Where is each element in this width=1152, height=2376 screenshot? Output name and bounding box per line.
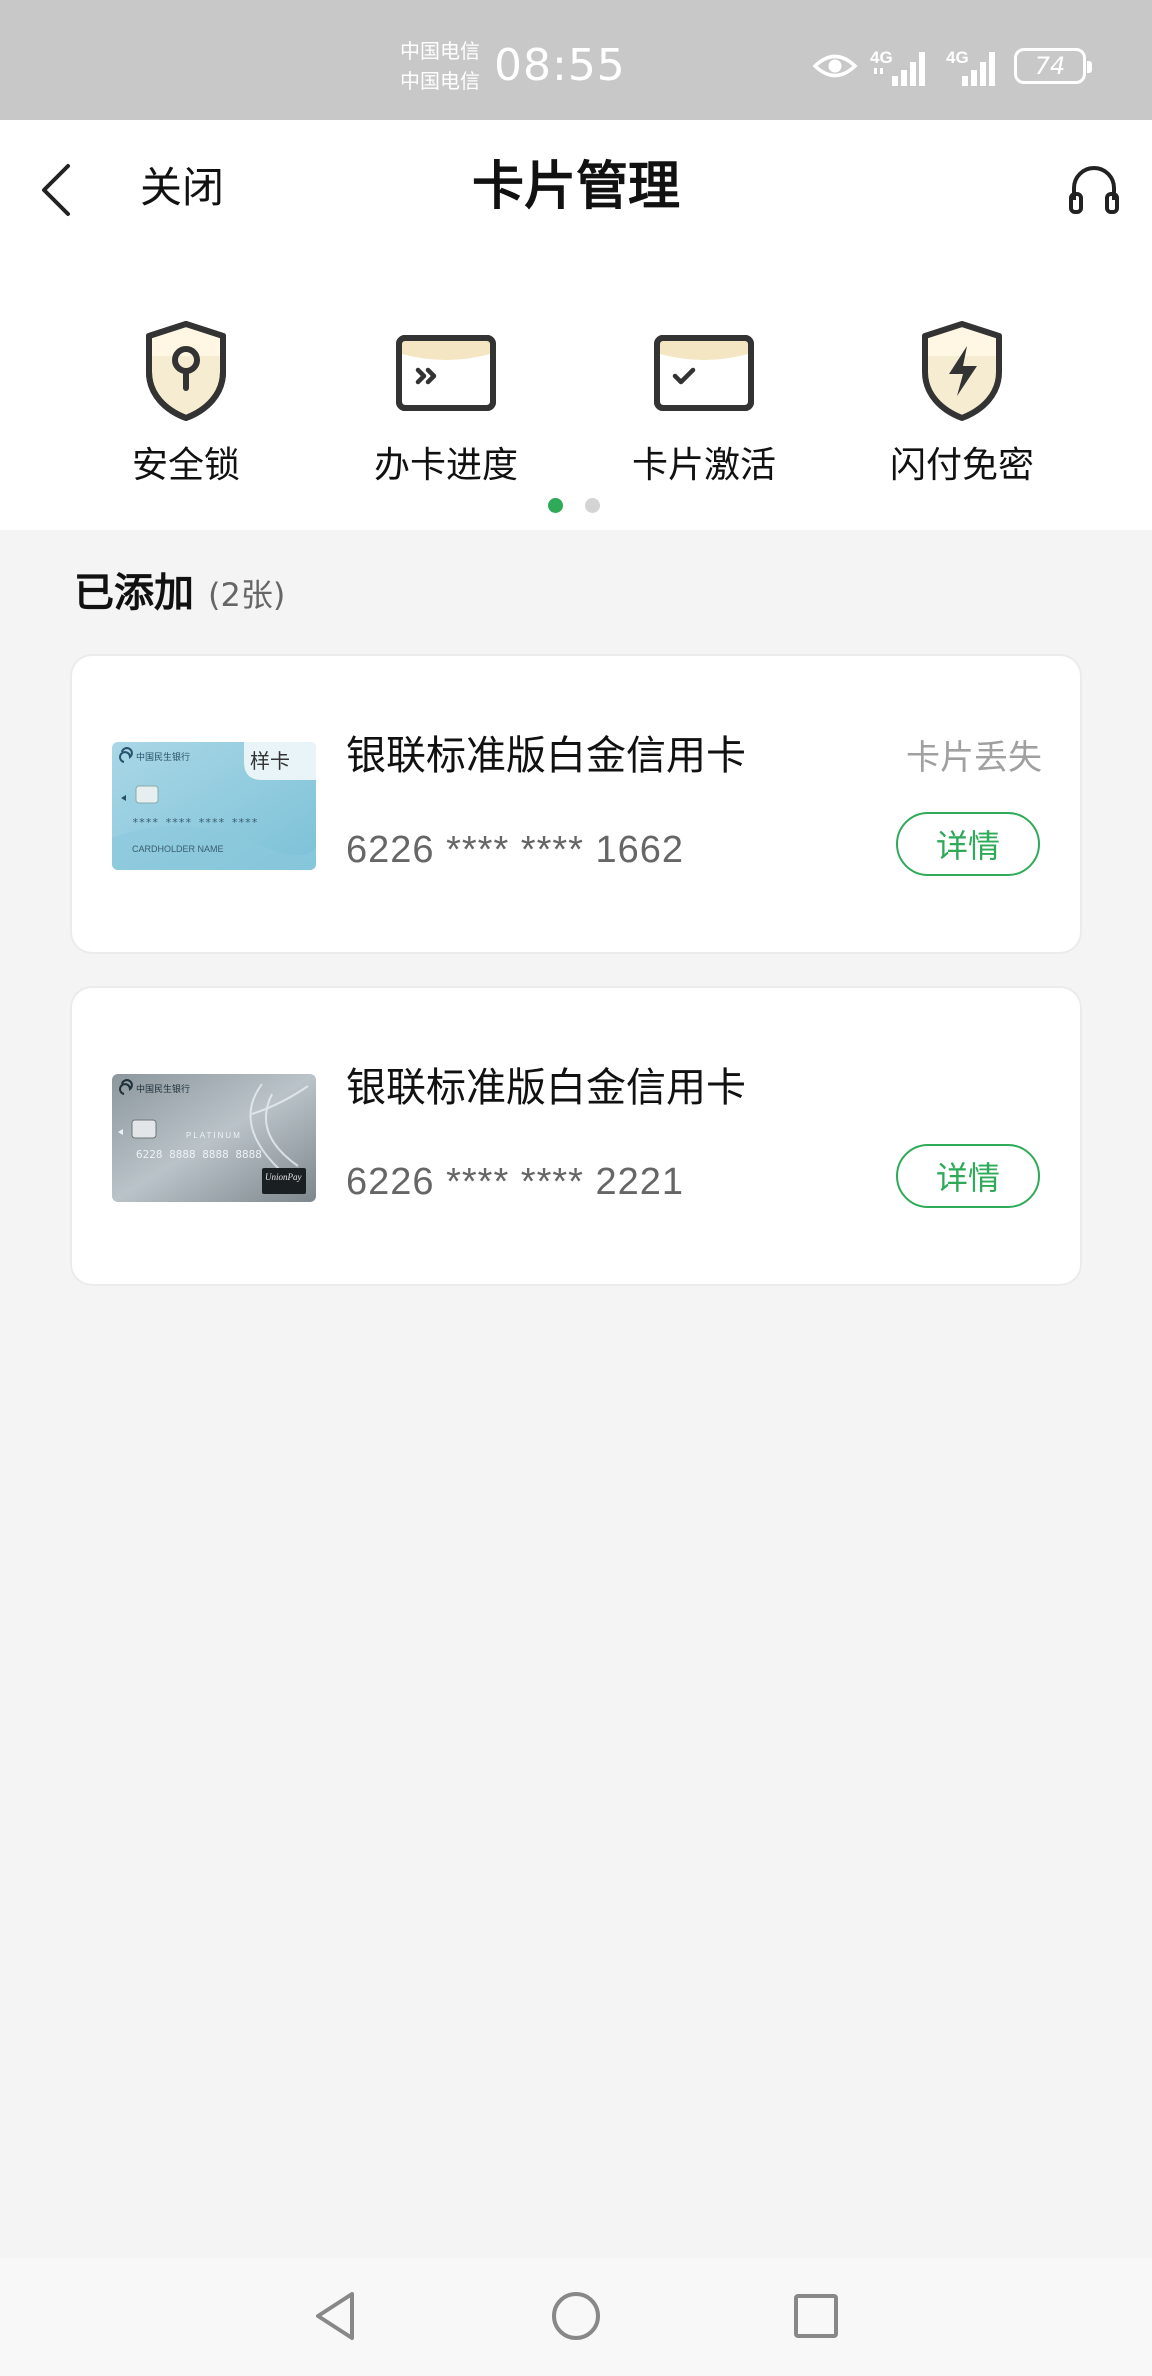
unionpay-logo: UnionPay <box>265 1172 302 1182</box>
signal-icon-1: 4G <box>870 48 925 86</box>
bank-name: 中国民生银行 <box>136 1083 190 1095</box>
quick-actions: 安全锁 办卡进度 卡片激活 闪付免密 <box>0 256 1152 530</box>
triangle-back-icon <box>316 2292 354 2340</box>
chip-icon <box>131 1119 157 1139</box>
nav-recents-button[interactable] <box>786 2286 846 2346</box>
battery-level: 74 <box>1034 52 1066 80</box>
shield-lightning-icon <box>922 321 1002 421</box>
activate-card-icon <box>654 335 754 411</box>
network-label-1: 4G <box>870 48 893 67</box>
cardholder-name: CARDHOLDER NAME <box>132 844 224 854</box>
detail-button[interactable]: 详情 <box>896 812 1040 876</box>
signal-icon-2: 4G <box>946 48 995 86</box>
card-item[interactable]: 中国民生银行 PLATINUM 6228 8888 8888 8888 Unio… <box>70 986 1082 1286</box>
system-nav-bar <box>0 2258 1152 2376</box>
action-label: 安全锁 <box>131 445 240 486</box>
carrier-2: 中国电信 <box>400 69 480 93</box>
card-name: 银联标准版白金信用卡 <box>346 1065 746 1111</box>
card-number: 6226 **** **** 1662 <box>346 829 685 871</box>
action-application-progress[interactable]: 办卡进度 <box>336 316 556 496</box>
chip-icon <box>135 785 159 804</box>
clock: 08:55 <box>494 40 626 91</box>
action-quickpass-no-pin[interactable]: 闪付免密 <box>852 316 1072 496</box>
circle-home-icon <box>552 2292 600 2340</box>
card-tier: PLATINUM <box>186 1131 242 1140</box>
card-image: 样卡 中国民生银行 **** **** **** **** CARDHOLDER… <box>112 742 316 870</box>
shield-lock-icon <box>146 321 226 421</box>
page-indicator <box>548 498 600 513</box>
nav-home-button[interactable] <box>546 2286 606 2346</box>
square-recents-icon <box>794 2294 838 2338</box>
card-number-mask: **** **** **** **** <box>132 816 258 829</box>
status-bar: 中国电信 中国电信 08:55 4G 4G 74 <box>0 0 1152 120</box>
card-status: 卡片丢失 <box>906 738 1042 778</box>
headset-icon <box>1069 166 1119 214</box>
bank-name: 中国民生银行 <box>136 751 190 763</box>
action-security-lock[interactable]: 安全锁 <box>76 316 296 496</box>
card-name: 银联标准版白金信用卡 <box>346 733 746 779</box>
action-label: 办卡进度 <box>373 445 518 486</box>
section-heading: 已添加 (2张) <box>74 560 285 618</box>
network-label-2: 4G <box>946 48 969 67</box>
card-number: 6226 **** **** 2221 <box>346 1161 685 1203</box>
progress-card-icon <box>396 335 496 411</box>
carrier-labels: 中国电信 中国电信 <box>400 36 480 96</box>
card-item[interactable]: 样卡 中国民生银行 **** **** **** **** CARDHOLDER… <box>70 654 1082 954</box>
header: 关闭 卡片管理 <box>0 120 1152 256</box>
action-label: 卡片激活 <box>631 445 776 486</box>
card-face: 样卡 中国民生银行 **** **** **** **** CARDHOLDER… <box>112 742 316 870</box>
page-dot-active[interactable] <box>548 498 563 513</box>
detail-button[interactable]: 详情 <box>896 1144 1040 1208</box>
status-icons: 4G 4G 74 <box>812 44 1092 88</box>
action-card-activation[interactable]: 卡片激活 <box>594 316 814 496</box>
card-number-mask: 6228 8888 8888 8888 <box>136 1148 262 1161</box>
sample-label: 样卡 <box>250 749 290 773</box>
battery-icon: 74 <box>1014 48 1092 84</box>
carrier-1: 中国电信 <box>400 39 480 63</box>
customer-service-button[interactable] <box>1066 162 1122 218</box>
section-title: 已添加 <box>74 570 194 616</box>
page-title: 卡片管理 <box>471 157 680 217</box>
page-dot[interactable] <box>585 498 600 513</box>
card-face: 中国民生银行 PLATINUM 6228 8888 8888 8888 Unio… <box>112 1074 316 1202</box>
nav-back-button[interactable] <box>306 2286 366 2346</box>
action-label: 闪付免密 <box>889 445 1034 486</box>
card-image: 中国民生银行 PLATINUM 6228 8888 8888 8888 Unio… <box>112 1074 316 1202</box>
card-count: (2张) <box>208 576 286 614</box>
eye-icon <box>812 54 858 78</box>
